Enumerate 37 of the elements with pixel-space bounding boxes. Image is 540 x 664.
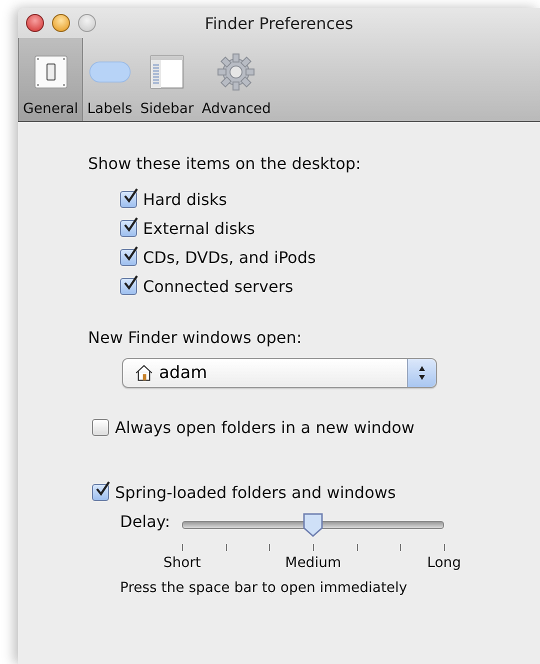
checkbox-label: Always open folders in a new window: [115, 418, 414, 437]
tick-mark: [226, 544, 227, 551]
checkbox[interactable]: [120, 249, 137, 266]
tick-label: Long: [427, 555, 462, 571]
checkbox[interactable]: [120, 278, 137, 295]
close-button[interactable]: [26, 14, 44, 32]
checkbox-label: External disks: [143, 219, 256, 238]
section-heading: Show these items on the desktop:: [88, 154, 362, 175]
checkbox[interactable]: [120, 220, 137, 237]
tick-mark: [269, 544, 270, 551]
house-icon: [135, 364, 153, 382]
tick-mark: [444, 544, 446, 551]
tick-mark: [182, 544, 184, 551]
tick-label: Short: [163, 555, 201, 571]
field-label: New Finder windows open:: [88, 328, 303, 349]
checkbox[interactable]: [120, 191, 137, 208]
checkbox-label: Hard disks: [143, 190, 227, 209]
toolbar-tab[interactable]: Labels: [83, 38, 136, 121]
window-title: Finder Preferences: [204, 14, 354, 32]
hint-text: Press the space bar to open immediately: [120, 580, 408, 596]
checkbox[interactable]: [92, 484, 109, 501]
tick-mark: [400, 544, 402, 551]
tick-label: Medium: [285, 555, 342, 571]
slider-thumb[interactable]: [302, 512, 324, 538]
checkbox-label: CDs, DVDs, and iPods: [143, 248, 316, 267]
slider-track[interactable]: [182, 512, 444, 538]
checkbox-label: Spring-loaded folders and windows: [115, 483, 396, 502]
toolbar-tab[interactable]: General: [18, 38, 84, 121]
stepper-arrows-icon: [407, 359, 436, 387]
toolbar-tab[interactable]: Advanced: [198, 38, 275, 121]
tick-mark: [313, 544, 314, 551]
toolbar-tab[interactable]: Sidebar: [136, 38, 198, 121]
tick-mark: [356, 544, 358, 551]
location-popup[interactable]: adam: [122, 358, 437, 388]
checkbox-label: Connected servers: [143, 277, 294, 296]
checkbox[interactable]: [92, 419, 109, 436]
minimize-button[interactable]: [52, 14, 70, 32]
